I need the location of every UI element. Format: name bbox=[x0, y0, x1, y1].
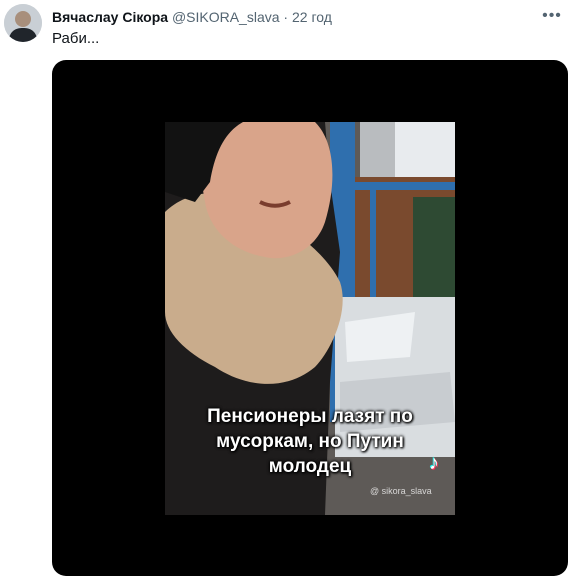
caption-line: мусоркам, но Путин bbox=[216, 431, 404, 452]
author-handle[interactable]: @SIKORA_slava bbox=[172, 9, 280, 25]
author-name[interactable]: Вячаслау Сікора bbox=[52, 9, 168, 25]
tweet-header: Вячаслау Сікора @SIKORA_slava · 22 год bbox=[52, 8, 332, 26]
video-caption: Пенсионеры лазят по мусоркам, но Путин м… bbox=[165, 404, 455, 479]
video-watermark: @ sikora_slava bbox=[370, 486, 432, 496]
caption-line: молодец bbox=[268, 456, 352, 477]
timestamp[interactable]: 22 год bbox=[292, 9, 332, 25]
tweet-text: Раби... bbox=[52, 30, 100, 47]
caption-line: Пенсионеры лазят по bbox=[207, 406, 413, 427]
tiktok-icon: ♪ bbox=[429, 452, 439, 474]
avatar[interactable] bbox=[4, 4, 42, 42]
avatar-image bbox=[4, 4, 42, 42]
tweet[interactable]: Вячаслау Сікора @SIKORA_slava · 22 год •… bbox=[0, 0, 572, 581]
more-horizontal-icon[interactable]: ••• bbox=[542, 6, 562, 26]
video-frame: Пенсионеры лазят по мусоркам, но Путин м… bbox=[165, 122, 455, 515]
media-video[interactable]: Пенсионеры лазят по мусоркам, но Путин м… bbox=[52, 60, 568, 576]
separator-dot: · bbox=[283, 9, 289, 25]
